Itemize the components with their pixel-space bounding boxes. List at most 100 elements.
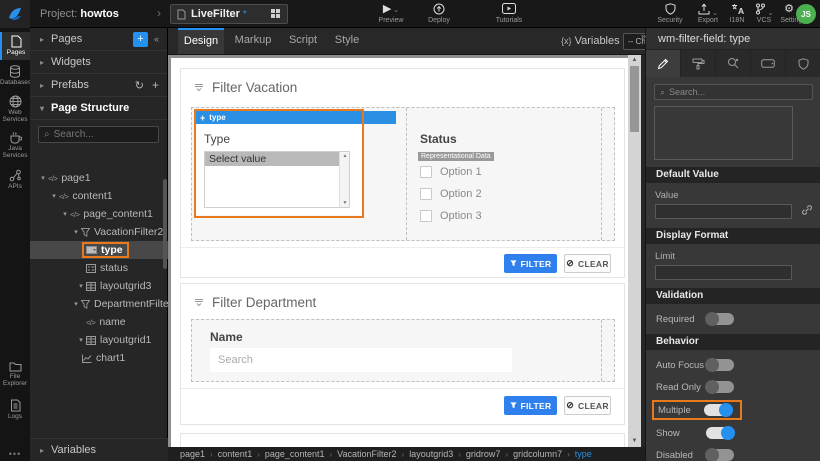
status-field-label: Status bbox=[420, 132, 457, 146]
limit-input[interactable] bbox=[655, 265, 792, 280]
checkbox-option-2[interactable]: Option 2 bbox=[420, 188, 482, 200]
disabled-toggle[interactable] bbox=[706, 449, 734, 461]
multiple-label: Multiple bbox=[658, 405, 704, 416]
tab-markup[interactable]: Markup bbox=[228, 28, 278, 54]
rail-item-file-explorer[interactable]: File Explorer bbox=[0, 358, 30, 392]
section-page-structure[interactable]: ▾ Page Structure bbox=[30, 97, 167, 120]
add-page-button[interactable]: + bbox=[133, 32, 148, 47]
refresh-icon[interactable]: ↻ bbox=[135, 79, 144, 92]
design-canvas: Filter Vacation + type Type Select value bbox=[168, 55, 645, 447]
clear-button[interactable]: ⊘ CLEAR bbox=[564, 254, 611, 273]
inspector-collapse-icon[interactable]: » bbox=[641, 31, 646, 41]
required-toggle[interactable] bbox=[706, 313, 734, 325]
breadcrumb-item[interactable]: VacationFilter2 bbox=[337, 449, 396, 459]
tree-node-chart1[interactable]: chart1 bbox=[30, 349, 168, 367]
variables-dropdown[interactable]: {x} Variables ⌄ bbox=[561, 28, 629, 54]
checkbox[interactable] bbox=[420, 166, 432, 178]
tab-device[interactable] bbox=[751, 50, 786, 77]
section-pages[interactable]: ▸ Pages + « bbox=[30, 28, 167, 51]
section-widgets[interactable]: ▸ Widgets bbox=[30, 51, 167, 74]
tree-node-departmentfilter1[interactable]: ▾ DepartmentFilter1 bbox=[30, 295, 168, 313]
collapse-panel-icon[interactable]: « bbox=[154, 34, 159, 44]
tree-node-status[interactable]: status bbox=[30, 259, 168, 277]
checkbox[interactable] bbox=[420, 210, 432, 222]
multiple-toggle[interactable] bbox=[704, 404, 732, 416]
rail-item-databases[interactable]: Databases bbox=[0, 62, 30, 90]
tree-scrollbar[interactable] bbox=[163, 179, 167, 269]
dashboard-icon[interactable] bbox=[271, 9, 281, 19]
tab-design[interactable]: Design bbox=[178, 28, 224, 54]
tree-node-page1[interactable]: ▾</>page1 bbox=[30, 169, 168, 187]
canvas-scrollbar[interactable]: ▲ ▼ bbox=[628, 55, 641, 447]
panel-filter-department: Filter Department Name FILTER ⊘ CLEAR bbox=[180, 283, 625, 425]
wavemaker-logo[interactable] bbox=[0, 0, 30, 28]
tree-node-vacationfilter2[interactable]: ▾ VacationFilter2 bbox=[30, 223, 168, 241]
type-field-widget[interactable]: Type Select value ▲ ▼ bbox=[196, 124, 362, 215]
open-page-tab[interactable]: LiveFilter * bbox=[170, 4, 288, 24]
tree-node-layoutgrid1[interactable]: ▾ layoutgrid1 bbox=[30, 331, 168, 349]
breadcrumb-item[interactable]: gridrow7 bbox=[466, 449, 501, 459]
rail-more-icon[interactable]: ••• bbox=[0, 449, 30, 459]
rail-item-logs[interactable]: Logs bbox=[0, 396, 30, 424]
scroll-down-icon[interactable]: ▼ bbox=[340, 200, 350, 206]
listbox-scrollbar[interactable]: ▲ ▼ bbox=[339, 152, 349, 207]
tree-node-page-content1[interactable]: ▾</>page_content1 bbox=[30, 205, 168, 223]
layoutgrid-icon bbox=[86, 336, 96, 345]
tutorials-button[interactable]: Tutorials bbox=[485, 3, 533, 27]
auto-focus-row: Auto Focus bbox=[646, 355, 820, 375]
breadcrumb-item[interactable]: page1 bbox=[180, 449, 205, 459]
user-avatar[interactable]: JS bbox=[796, 4, 816, 24]
tab-styles[interactable] bbox=[681, 50, 716, 77]
pages-icon bbox=[10, 35, 22, 48]
selected-widget-name: type bbox=[209, 113, 225, 122]
breadcrumb-item[interactable]: layoutgrid3 bbox=[409, 449, 453, 459]
property-search-input[interactable] bbox=[669, 87, 789, 97]
widget-selection-bar[interactable]: + type bbox=[196, 111, 396, 124]
section-variables[interactable]: ▸ Variables bbox=[30, 438, 168, 461]
deploy-button[interactable]: Deploy bbox=[418, 3, 460, 27]
rail-item-apis[interactable]: APIs bbox=[0, 166, 30, 194]
tab-style[interactable]: Style bbox=[328, 28, 366, 54]
scroll-down-icon[interactable]: ▼ bbox=[628, 436, 641, 447]
breadcrumb-item[interactable]: gridcolumn7 bbox=[513, 449, 562, 459]
read-only-toggle[interactable] bbox=[706, 381, 734, 393]
breadcrumb-item-active[interactable]: type bbox=[575, 449, 592, 459]
scrollbar-thumb[interactable] bbox=[630, 66, 639, 132]
tree-node-content1[interactable]: ▾</>content1 bbox=[30, 187, 168, 205]
panel-collapse-icon[interactable] bbox=[194, 83, 204, 92]
checkbox-option-1[interactable]: Option 1 bbox=[420, 166, 482, 178]
checkbox-option-3[interactable]: Option 3 bbox=[420, 210, 482, 222]
filter-button[interactable]: FILTER bbox=[504, 254, 557, 273]
section-prefabs[interactable]: ▸ Prefabs ↻ + bbox=[30, 74, 167, 97]
name-search-input[interactable] bbox=[210, 348, 512, 372]
bind-icon[interactable] bbox=[801, 204, 813, 216]
checkbox[interactable] bbox=[420, 188, 432, 200]
auto-focus-toggle[interactable] bbox=[706, 359, 734, 371]
security-button[interactable]: Security bbox=[650, 3, 690, 27]
breadcrumb-item[interactable]: content1 bbox=[218, 449, 253, 459]
preview-button[interactable]: ▶⌄ Preview bbox=[368, 3, 414, 27]
rail-item-pages[interactable]: Pages bbox=[0, 32, 30, 60]
filter-button[interactable]: FILTER bbox=[504, 396, 557, 415]
value-label: Value bbox=[655, 190, 679, 201]
tree-node-layoutgrid3[interactable]: ▾ layoutgrid3 bbox=[30, 277, 168, 295]
scroll-up-icon[interactable]: ▲ bbox=[340, 153, 350, 159]
select-value-option[interactable]: Select value bbox=[205, 152, 339, 166]
panel-collapse-icon[interactable] bbox=[194, 298, 204, 307]
tree-node-name[interactable]: </> name bbox=[30, 313, 168, 331]
type-multiselect-listbox[interactable]: Select value ▲ ▼ bbox=[204, 151, 350, 208]
clear-button[interactable]: ⊘ CLEAR bbox=[564, 396, 611, 415]
scroll-up-icon[interactable]: ▲ bbox=[628, 55, 641, 66]
tab-script[interactable]: Script bbox=[282, 28, 324, 54]
rail-item-java-services[interactable]: Java Services bbox=[0, 128, 30, 162]
value-input[interactable] bbox=[655, 204, 792, 219]
tree-node-type[interactable]: type bbox=[30, 241, 168, 259]
structure-search-input[interactable] bbox=[54, 129, 154, 140]
breadcrumb-item[interactable]: page_content1 bbox=[265, 449, 325, 459]
show-toggle[interactable] bbox=[706, 427, 734, 439]
tab-security[interactable] bbox=[786, 50, 820, 77]
rail-item-web-services[interactable]: Web Services bbox=[0, 92, 30, 126]
add-prefab-icon[interactable]: + bbox=[152, 78, 159, 92]
tab-properties[interactable] bbox=[646, 50, 681, 77]
tab-search-properties[interactable] bbox=[716, 50, 751, 77]
